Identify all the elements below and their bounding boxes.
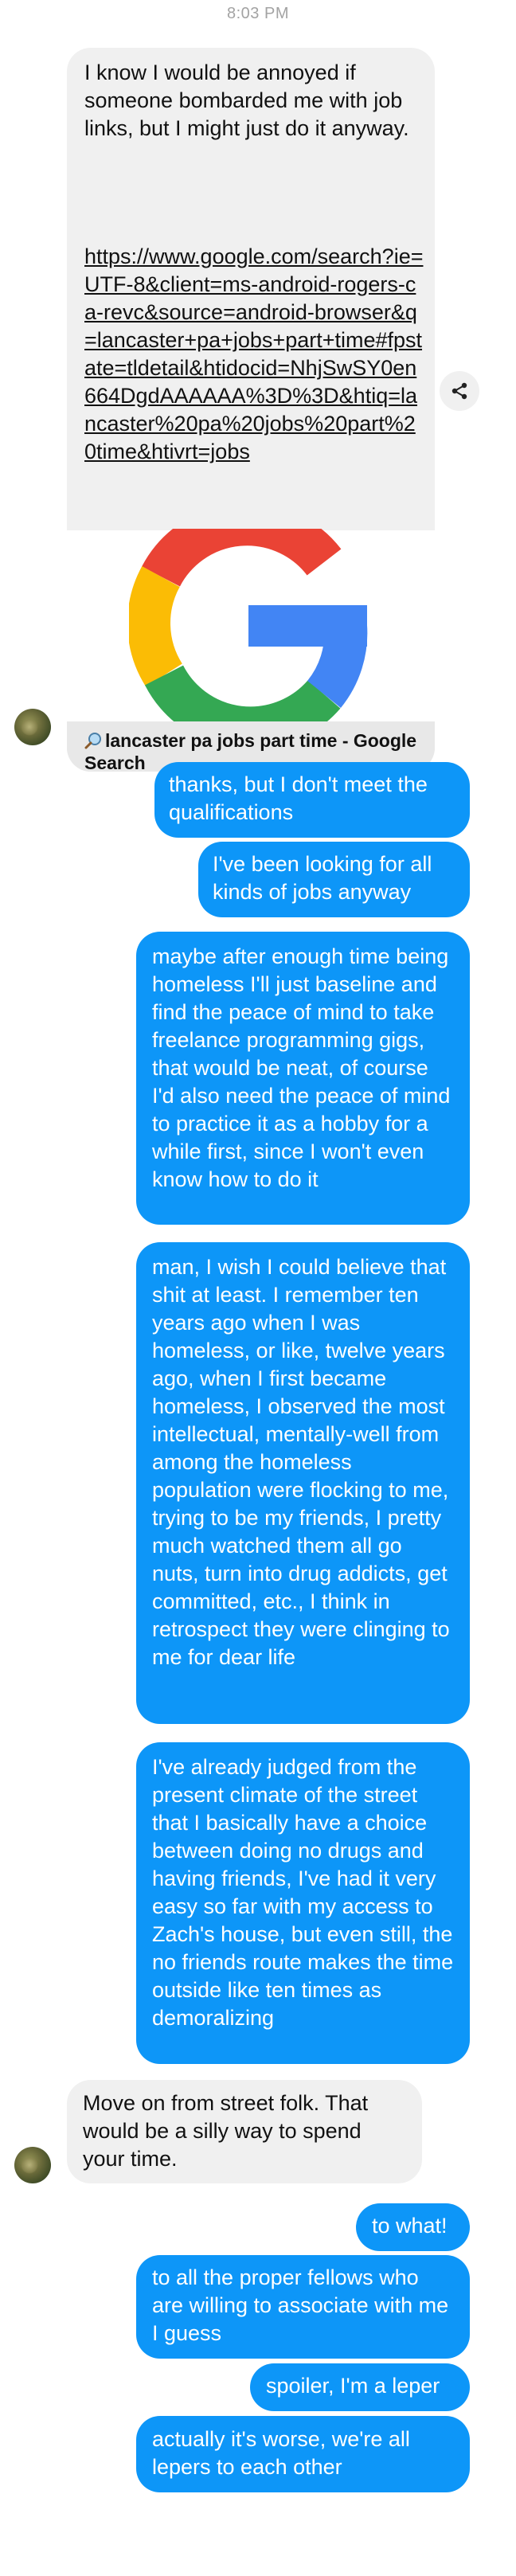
message-text: to all the proper fellows who are willin… bbox=[152, 2265, 455, 2345]
outgoing-message[interactable]: thanks, but I don't meet the qualificati… bbox=[154, 762, 470, 838]
link-preview-image[interactable] bbox=[67, 529, 435, 723]
share-button[interactable] bbox=[440, 371, 479, 411]
message-text: actually it's worse, we're all lepers to… bbox=[152, 2427, 416, 2479]
google-logo bbox=[129, 529, 368, 723]
avatar[interactable] bbox=[14, 709, 51, 745]
message-text: thanks, but I don't meet the qualificati… bbox=[169, 772, 434, 824]
outgoing-message[interactable]: maybe after enough time being homeless I… bbox=[136, 932, 470, 1225]
outgoing-message[interactable]: to all the proper fellows who are willin… bbox=[136, 2255, 470, 2359]
outgoing-message[interactable]: I've already judged from the present cli… bbox=[136, 1742, 470, 2064]
avatar[interactable] bbox=[14, 2147, 51, 2183]
outgoing-message[interactable]: actually it's worse, we're all lepers to… bbox=[136, 2416, 470, 2492]
message-text: I've been looking for all kinds of jobs … bbox=[213, 852, 438, 904]
outgoing-message[interactable]: man, I wish I could believe that shit at… bbox=[136, 1242, 470, 1724]
message-text: Move on from street folk. That would be … bbox=[83, 2091, 374, 2171]
message-text: spoiler, I'm a leper bbox=[266, 2374, 440, 2398]
outgoing-message[interactable]: I've been looking for all kinds of jobs … bbox=[198, 842, 470, 917]
message-link[interactable]: https://www.google.com/search?ie=UTF-8&c… bbox=[84, 243, 427, 466]
incoming-message[interactable]: Move on from street folk. That would be … bbox=[67, 2080, 422, 2183]
link-message-bubble[interactable]: I know I would be annoyed if someone bom… bbox=[67, 48, 435, 772]
timestamp: 8:03 PM bbox=[227, 5, 289, 22]
message-text: I know I would be annoyed if someone bom… bbox=[84, 61, 409, 140]
outgoing-message[interactable]: spoiler, I'm a leper bbox=[250, 2363, 470, 2411]
message-text: man, I wish I could believe that shit at… bbox=[152, 1255, 456, 1669]
share-icon bbox=[452, 382, 467, 400]
message-text: maybe after enough time being homeless I… bbox=[152, 944, 456, 1191]
magnifier-icon bbox=[84, 732, 102, 749]
outgoing-message[interactable]: to what! bbox=[356, 2203, 470, 2251]
message-text: I've already judged from the present cli… bbox=[152, 1755, 459, 2030]
message-text: to what! bbox=[372, 2214, 448, 2238]
